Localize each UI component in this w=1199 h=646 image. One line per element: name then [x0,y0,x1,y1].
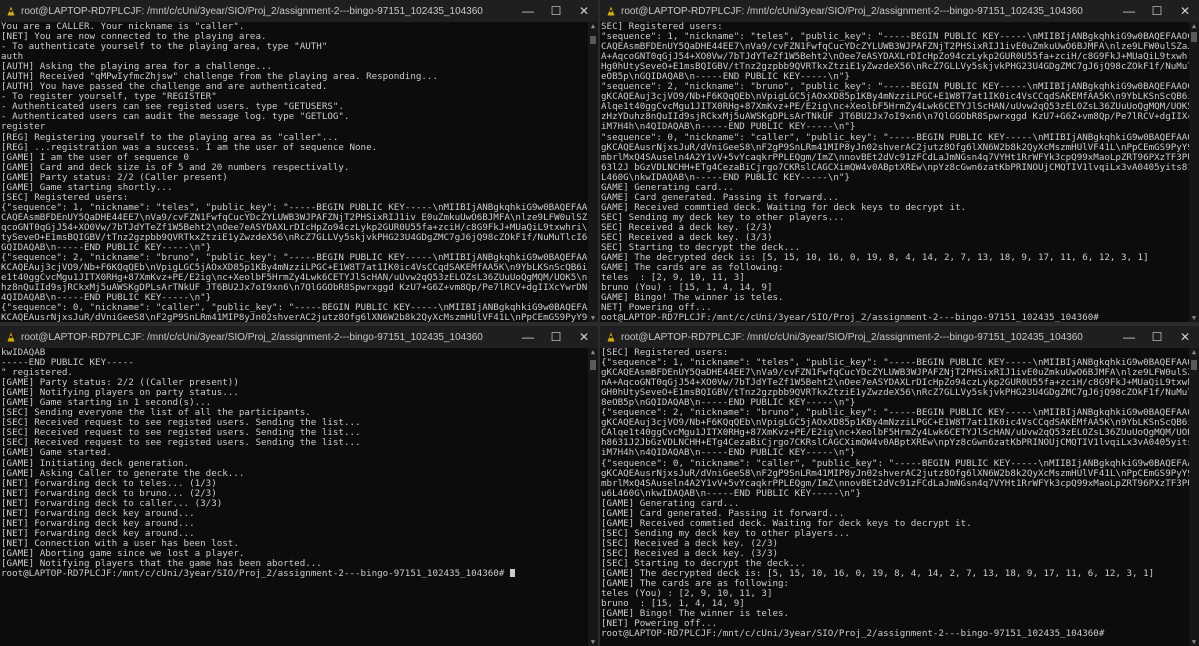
title-bar[interactable]: root@LAPTOP-RD7PLCJF: /mnt/c/cUni/3year/… [0,326,598,348]
terminal-output[interactable]: You are a CALLER. Your nickname is "call… [0,22,588,322]
maximize-button[interactable]: ☐ [542,0,570,22]
maximize-button[interactable]: ☐ [1143,326,1171,348]
scrollbar[interactable]: ▲ ▼ [588,22,598,322]
close-button[interactable]: ✕ [570,0,598,22]
scroll-up-icon[interactable]: ▲ [1189,348,1199,356]
scroll-up-icon[interactable]: ▲ [1189,22,1199,30]
scroll-down-icon[interactable]: ▼ [1189,638,1199,646]
linux-penguin-icon [6,332,16,342]
terminal-line: iM7H4h\n4QIDAQAB\n-----END PUBLIC KEY---… [601,447,856,459]
terminal-line: root@LAPTOP-RD7PLCJF:/mnt/c/cUni/3year/S… [601,628,1105,640]
scrollbar[interactable]: ▲ ▼ [1189,348,1199,646]
linux-penguin-icon [6,6,16,16]
terminal-output[interactable]: kwIDAQAB -----END PUBLIC KEY----- " regist… [0,348,588,646]
close-button[interactable]: ✕ [1171,0,1199,22]
title-bar[interactable]: root@LAPTOP-RD7PLCJF: /mnt/c/cUni/3year/… [600,0,1199,22]
close-button[interactable]: ✕ [1171,326,1199,348]
scroll-down-icon[interactable]: ▼ [588,638,598,646]
terminal-line: [GAME] Game started. [1,447,112,459]
terminal-line: - To authenticate yourself to the playin… [1,41,328,53]
terminal-line: register [1,121,46,133]
terminal-output[interactable]: [SEC] Registered users: {"sequence": 1, "… [600,348,1189,646]
window-title: root@LAPTOP-RD7PLCJF: /mnt/c/cUni/3year/… [21,5,483,17]
maximize-button[interactable]: ☐ [542,326,570,348]
minimize-button[interactable]: — [1115,326,1143,348]
maximize-button[interactable]: ☐ [1143,0,1171,22]
terminal-line: root@LAPTOP-RD7PLCJF:/mnt/c/cUni/3year/S… [1,568,588,579]
minimize-button[interactable]: — [514,0,542,22]
window-title: root@LAPTOP-RD7PLCJF: /mnt/c/cUni/3year/… [21,331,483,343]
window-title: root@LAPTOP-RD7PLCJF: /mnt/c/cUni/3year/… [621,5,1083,17]
scrollbar[interactable]: ▲ ▼ [1189,22,1199,322]
terminal-line: KCAQEAusrNjxsJuR/dVniGeeS8\nF2gP9SnLRm41… [1,312,588,322]
close-button[interactable]: ✕ [570,326,598,348]
scroll-up-icon[interactable]: ▲ [588,22,598,30]
minimize-button[interactable]: — [1115,0,1143,22]
text-cursor [509,569,515,578]
linux-penguin-icon [606,332,616,342]
terminal-output[interactable]: SEC] Registered users: "sequence": 1, "ni… [600,22,1189,322]
scroll-thumb[interactable] [590,360,596,370]
terminal-line: - Authenticated users can audit the mess… [1,111,350,123]
scroll-thumb[interactable] [1191,360,1197,370]
terminal-window-top-right[interactable]: root@LAPTOP-RD7PLCJF: /mnt/c/cUni/3year/… [600,0,1199,322]
window-title: root@LAPTOP-RD7PLCJF: /mnt/c/cUni/3year/… [621,331,1083,343]
scroll-down-icon[interactable]: ▼ [588,314,598,322]
scroll-thumb[interactable] [1191,32,1197,42]
linux-penguin-icon [606,6,616,16]
scrollbar[interactable]: ▲ ▼ [588,348,598,646]
scroll-up-icon[interactable]: ▲ [588,348,598,356]
terminal-line: -----END PUBLIC KEY----- [1,357,134,369]
minimize-button[interactable]: — [514,326,542,348]
scroll-down-icon[interactable]: ▼ [1189,314,1199,322]
scroll-thumb[interactable] [590,36,596,44]
terminal-window-bottom-left[interactable]: root@LAPTOP-RD7PLCJF: /mnt/c/cUni/3year/… [0,326,598,646]
terminal-window-bottom-right[interactable]: root@LAPTOP-RD7PLCJF: /mnt/c/cUni/3year/… [600,326,1199,646]
title-bar[interactable]: root@LAPTOP-RD7PLCJF: /mnt/c/cUni/3year/… [0,0,598,22]
terminal-window-top-left[interactable]: root@LAPTOP-RD7PLCJF: /mnt/c/cUni/3year/… [0,0,598,322]
terminal-line: oot@LAPTOP-RD7PLCJF:/mnt/c/cUni/3year/SI… [601,312,1099,322]
title-bar[interactable]: root@LAPTOP-RD7PLCJF: /mnt/c/cUni/3year/… [600,326,1199,348]
terminal-line: iM7H4h\n4QIDAQAB\n-----END PUBLIC KEY---… [601,121,856,133]
